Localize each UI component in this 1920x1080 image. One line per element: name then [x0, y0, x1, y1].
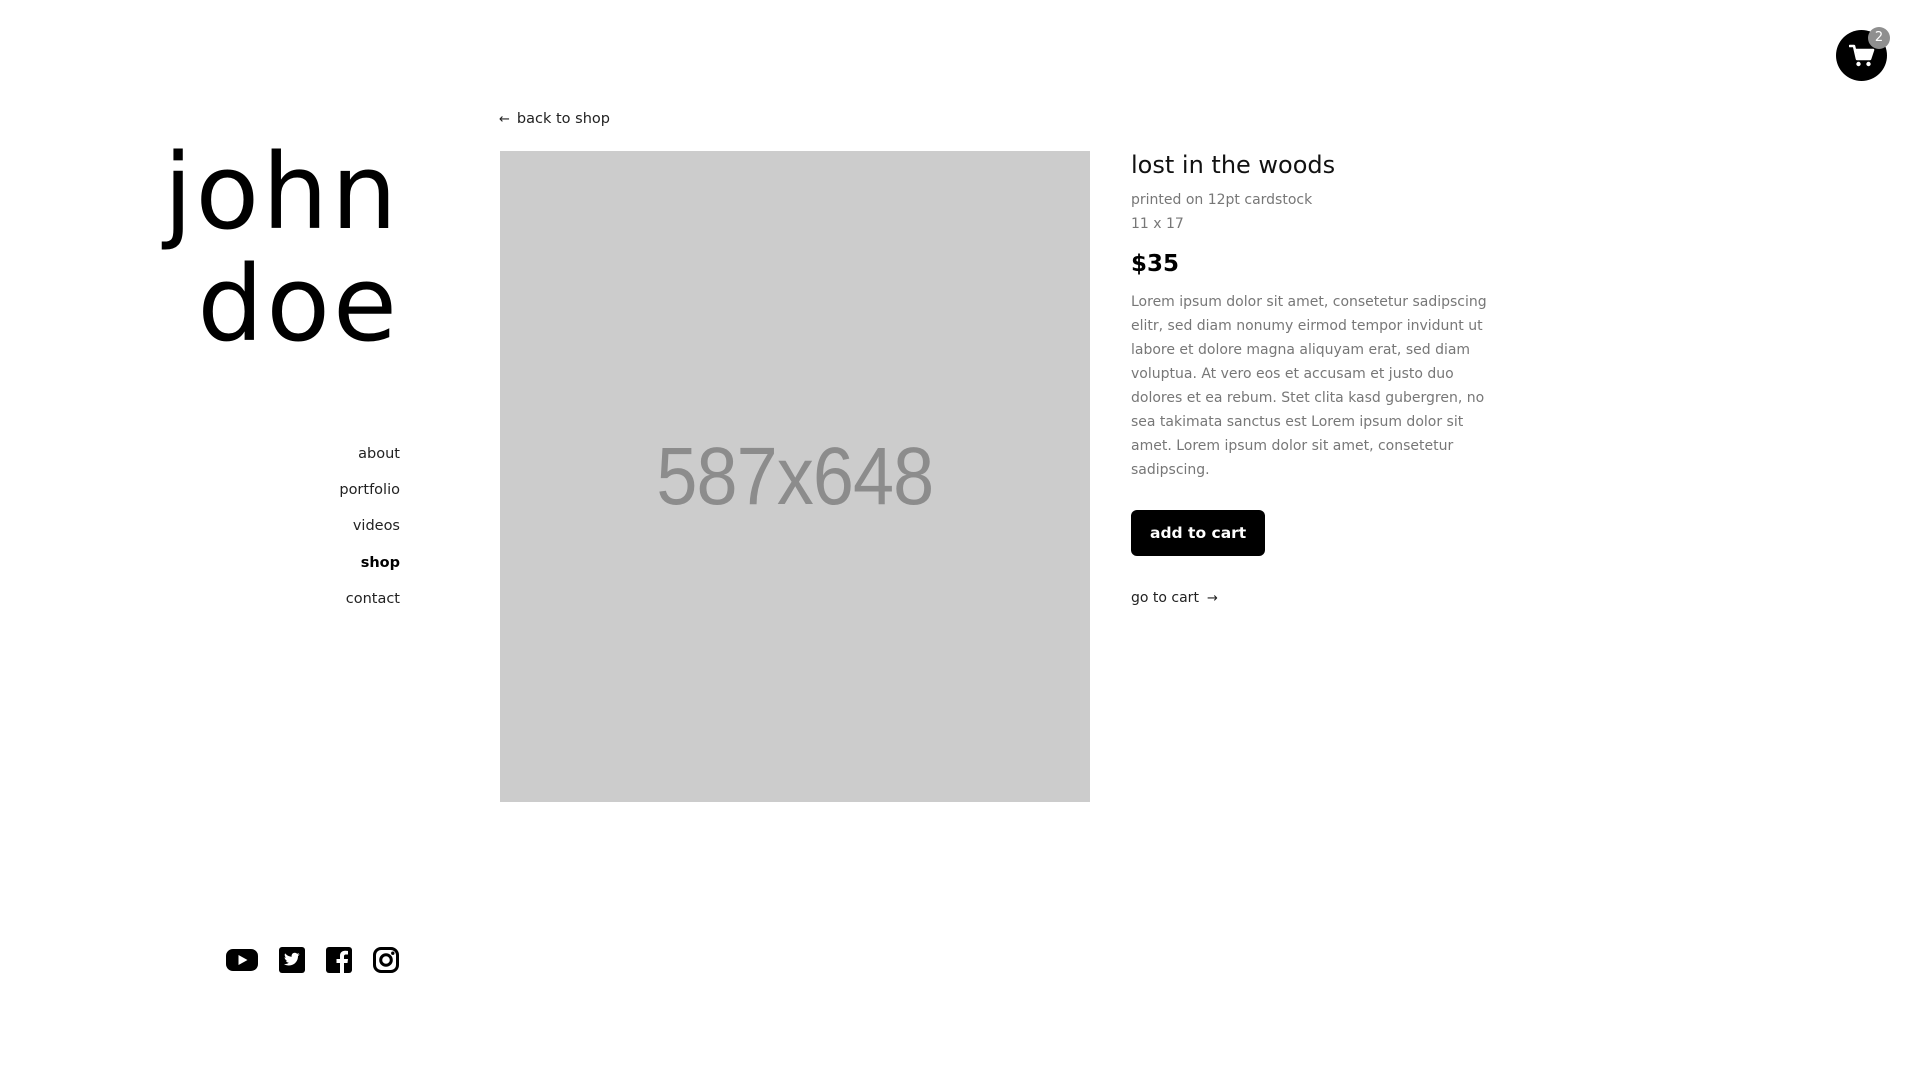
logo-last-name: doe [197, 243, 400, 365]
twitter-icon[interactable] [278, 946, 306, 974]
nav-link-videos[interactable]: videos [353, 518, 400, 534]
nav-link-portfolio[interactable]: portfolio [339, 482, 400, 498]
facebook-icon[interactable] [325, 946, 353, 974]
nav-link-shop[interactable]: shop [361, 555, 400, 571]
product-description: Lorem ipsum dolor sit amet, consetetur s… [1131, 294, 1487, 478]
nav-item-portfolio: portfolio [200, 476, 400, 512]
instagram-icon[interactable] [372, 946, 400, 974]
nav-item-contact: contact [200, 585, 400, 621]
back-to-shop-link[interactable]: ← back to shop [499, 109, 610, 130]
product-material: printed on 12pt cardstock [1131, 192, 1313, 208]
arrow-right-icon: → [1206, 591, 1218, 606]
nav-link-contact[interactable]: contact [346, 591, 400, 607]
nav-item-shop: shop [200, 549, 400, 585]
site-logo[interactable]: john doe [80, 136, 400, 360]
nav-item-about: about [200, 440, 400, 476]
main-nav: about portfolio videos shop contact [200, 440, 400, 621]
product-details: lost in the woods printed on 12pt cardst… [1131, 148, 1511, 609]
shopping-cart-icon [1848, 44, 1874, 66]
product-size: 11 x 17 [1131, 216, 1184, 232]
product-title: lost in the woods [1131, 151, 1336, 179]
nav-item-videos: videos [200, 512, 400, 548]
add-to-cart-button[interactable]: add to cart [1131, 510, 1266, 556]
go-to-cart-link[interactable]: go to cart → [1131, 588, 1511, 609]
youtube-icon[interactable] [225, 947, 259, 973]
product-price: $35 [1131, 251, 1180, 277]
product-image: 587x648 [500, 151, 1090, 802]
social-links [210, 945, 400, 975]
back-to-shop-label: back to shop [516, 111, 610, 127]
go-to-cart-label: go to cart [1131, 590, 1199, 606]
cart-count-badge: 2 [1868, 27, 1890, 49]
logo-first-name: john [163, 131, 400, 253]
image-placeholder-text: 587x648 [656, 430, 935, 522]
arrow-left-icon: ← [499, 112, 510, 127]
nav-link-about[interactable]: about [358, 446, 400, 462]
